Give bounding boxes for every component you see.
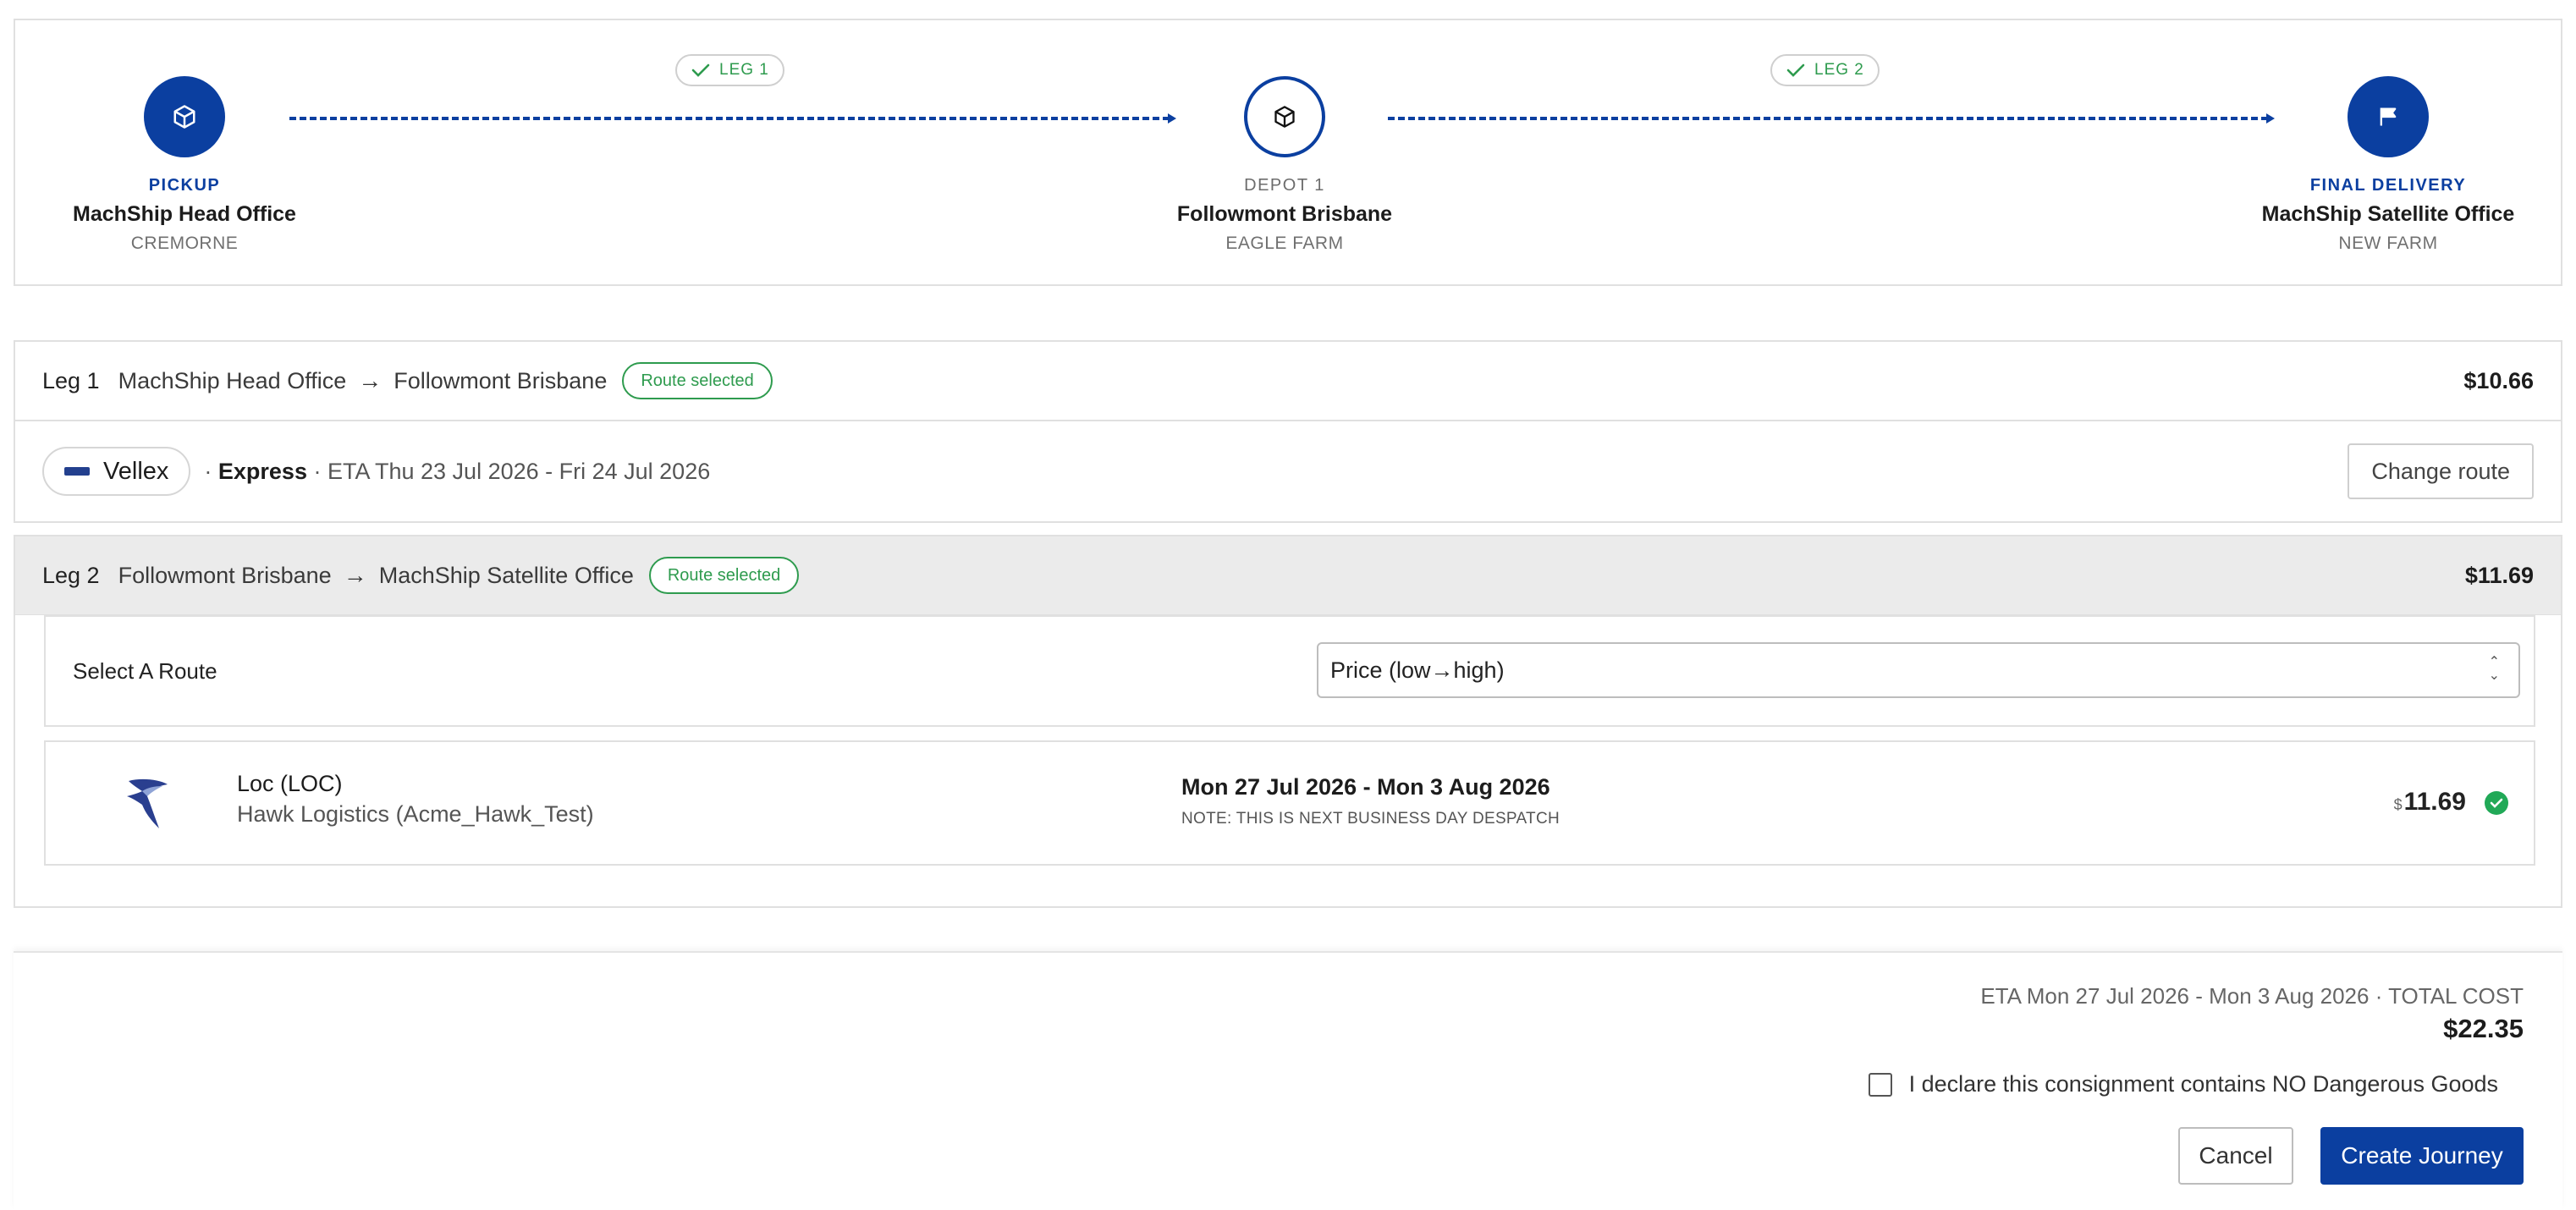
stop-depot: DEPOT 1 Followmont Brisbane EAGLE FARM <box>1149 76 1420 254</box>
route-select-panel: Select A Route Price (low→high) ⌃ ⌄ <box>44 615 2535 727</box>
route-option-card[interactable]: Loc (LOC) Hawk Logistics (Acme_Hawk_Test… <box>44 740 2535 866</box>
leg-1-connector <box>289 113 1176 124</box>
arrow-right-icon: → <box>343 562 367 588</box>
route-price-value: 11.69 <box>2403 788 2466 816</box>
route-selected-badge: Route selected <box>622 362 773 399</box>
stop-kind: DEPOT 1 <box>1244 176 1325 195</box>
declaration-label: I declare this consignment contains NO D… <box>1908 1071 2498 1097</box>
journey-footer: ETA Mon 27 Jul 2026 - Mon 3 Aug 2026 · T… <box>14 951 2562 1210</box>
service-line: · Express · ETA Thu 23 Jul 2026 - Fri 24… <box>204 458 711 484</box>
journey-overview: PICKUP MachShip Head Office CREMORNE LEG… <box>14 19 2562 286</box>
sort-select[interactable]: Price (low→high) ⌃ ⌄ <box>1317 642 2520 698</box>
service-name: Express <box>217 458 307 484</box>
flag-icon <box>2348 76 2429 157</box>
stop-name: MachShip Head Office <box>73 202 296 226</box>
journey-builder-page: PICKUP MachShip Head Office CREMORNE LEG… <box>0 0 2576 1210</box>
stop-kind: PICKUP <box>148 176 221 195</box>
carrier-chip: Vellex <box>42 447 191 496</box>
route-name: Loc (LOC) <box>237 771 343 796</box>
leg-1-selected-route: Vellex · Express · ETA Thu 23 Jul 2026 -… <box>14 420 2562 523</box>
route-note: NOTE: THIS IS NEXT BUSINESS DAY DESPATCH <box>1181 810 1560 828</box>
cancel-button[interactable]: Cancel <box>2178 1127 2293 1185</box>
stop-suburb: CREMORNE <box>130 234 239 253</box>
leg-2-connector <box>1388 113 2275 124</box>
change-route-button[interactable]: Change route <box>2348 443 2534 499</box>
create-journey-button[interactable]: Create Journey <box>2320 1127 2524 1185</box>
check-icon <box>1786 63 1805 77</box>
chevron-up-down-icon: ⌃ ⌄ <box>2488 655 2500 683</box>
hawk-logo <box>127 778 168 828</box>
stop-final-delivery: FINAL DELIVERY MachShip Satellite Office… <box>2227 76 2549 254</box>
leg-from: MachShip Head Office <box>118 367 347 393</box>
leg-2-pill: LEG 2 <box>1770 54 1880 86</box>
carrier-name: Vellex <box>103 457 169 485</box>
sort-value: Price (low→high) <box>1330 657 1505 683</box>
eta-summary: ETA Mon 27 Jul 2026 - Mon 3 Aug 2026 · T… <box>1980 983 2524 1009</box>
total-cost: $22.35 <box>2443 1014 2524 1043</box>
box-icon <box>1244 76 1325 157</box>
stop-name: MachShip Satellite Office <box>2261 202 2515 226</box>
leg-1-header[interactable]: Leg 1 MachShip Head Office → Followmont … <box>14 340 2562 421</box>
check-icon <box>691 63 710 77</box>
leg-from: Followmont Brisbane <box>118 562 332 588</box>
leg-2-header[interactable]: Leg 2 Followmont Brisbane → MachShip Sat… <box>14 535 2562 616</box>
leg-number: Leg 1 <box>42 367 100 393</box>
selected-check-icon <box>2485 791 2508 815</box>
leg-to: Followmont Brisbane <box>394 367 608 393</box>
stop-name: Followmont Brisbane <box>1176 202 1393 226</box>
leg-pill-label: LEG 1 <box>719 61 769 79</box>
leg-route: MachShip Head Office → Followmont Brisba… <box>118 367 608 394</box>
box-icon <box>144 76 225 157</box>
route-price: $11.69 <box>2394 788 2466 817</box>
leg-pill-label: LEG 2 <box>1814 61 1864 79</box>
currency-symbol: $ <box>2393 796 2403 813</box>
stop-suburb: EAGLE FARM <box>1225 234 1344 253</box>
dangerous-goods-declaration[interactable]: I declare this consignment contains NO D… <box>1868 1071 2498 1097</box>
route-carrier: Hawk Logistics (Acme_Hawk_Test) <box>237 801 594 827</box>
leg-number: Leg 2 <box>42 562 100 588</box>
leg-price: $10.66 <box>2463 367 2534 393</box>
service-eta: ETA Thu 23 Jul 2026 - Fri 24 Jul 2026 <box>327 458 711 484</box>
leg-to: MachShip Satellite Office <box>378 562 634 588</box>
stop-kind: FINAL DELIVERY <box>2309 176 2467 195</box>
leg-price: $11.69 <box>2464 562 2534 588</box>
arrow-right-icon: → <box>358 367 383 393</box>
leg-1-pill: LEG 1 <box>675 54 784 86</box>
select-route-label: Select A Route <box>73 657 217 684</box>
stop-pickup: PICKUP MachShip Head Office CREMORNE <box>49 76 320 254</box>
route-selected-badge: Route selected <box>648 557 800 594</box>
carrier-logo <box>64 467 90 476</box>
route-eta: Mon 27 Jul 2026 - Mon 3 Aug 2026 <box>1181 774 1550 800</box>
leg-route: Followmont Brisbane → MachShip Satellite… <box>118 562 634 589</box>
declaration-checkbox[interactable] <box>1868 1072 1892 1097</box>
leg-2-body: Select A Route Price (low→high) ⌃ ⌄ Loc (… <box>14 615 2562 908</box>
stop-suburb: NEW FARM <box>2338 234 2438 253</box>
